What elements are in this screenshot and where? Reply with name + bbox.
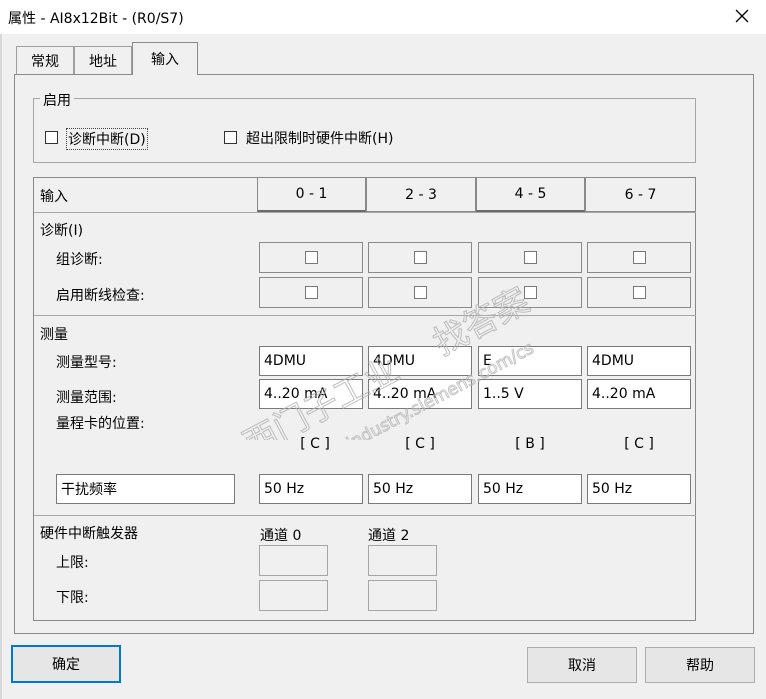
group-diag-cell-2[interactable] <box>478 242 582 273</box>
divider <box>34 315 696 316</box>
ok-button[interactable]: 确定 <box>11 645 121 683</box>
tab-inputs[interactable]: 输入 <box>132 42 198 75</box>
card-position-2: [ B ] <box>515 436 545 452</box>
measurement-type-label: 测量型号: <box>56 355 117 371</box>
interference-field-0[interactable]: 50 Hz <box>259 474 363 504</box>
wire-break-label: 启用断线检查: <box>56 288 145 304</box>
measurement-type-field-1[interactable]: 4DMU <box>368 346 472 376</box>
help-button[interactable]: 帮助 <box>645 647 755 683</box>
close-button[interactable] <box>728 2 756 30</box>
wire-break-cell-1[interactable] <box>368 277 472 308</box>
limit-interrupt-label[interactable]: 超出限制时硬件中断(H) <box>246 128 393 148</box>
card-position-0: [ C ] <box>300 436 330 452</box>
wire-break-checkbox-0[interactable] <box>304 286 318 299</box>
window-edge <box>0 34 2 699</box>
wire-break-checkbox-2[interactable] <box>523 286 537 299</box>
table-header-label: 输入 <box>40 189 68 205</box>
lower-limit-channel-0-field <box>259 580 328 611</box>
interference-field-2[interactable]: 50 Hz <box>478 474 582 504</box>
group-diag-cell-1[interactable] <box>368 242 472 273</box>
channel-2-label: 通道 2 <box>368 528 410 544</box>
measurement-type-field-0[interactable]: 4DMU <box>259 346 363 376</box>
diag-interrupt-label[interactable]: 诊断中断(D) <box>66 128 148 150</box>
measurement-type-field-2[interactable]: E <box>478 346 582 376</box>
window-title: 属性 - AI8x12Bit - (R0/S7) <box>8 11 184 27</box>
measurement-range-field-0[interactable]: 4..20 mA <box>259 379 363 409</box>
measurement-section-title: 测量 <box>40 327 68 343</box>
group-diag-checkbox-3[interactable] <box>632 251 646 264</box>
column-header-2-3[interactable]: 2 - 3 <box>366 177 476 212</box>
interference-field-1[interactable]: 50 Hz <box>368 474 472 504</box>
measurement-range-label: 测量范围: <box>56 390 117 406</box>
measurement-range-field-1[interactable]: 4..20 mA <box>368 379 472 409</box>
close-icon <box>735 9 749 23</box>
group-diag-cell-0[interactable] <box>259 242 363 273</box>
wire-break-cell-0[interactable] <box>259 277 363 308</box>
group-diag-checkbox-1[interactable] <box>413 251 427 264</box>
enable-group-legend: 启用 <box>40 90 74 110</box>
wire-break-cell-2[interactable] <box>478 277 582 308</box>
divider <box>34 515 696 516</box>
column-header-6-7[interactable]: 6 - 7 <box>585 177 696 212</box>
tab-address[interactable]: 地址 <box>74 46 132 74</box>
divider <box>34 212 696 213</box>
card-position-1: [ C ] <box>405 436 435 452</box>
channel-0-label: 通道 0 <box>260 528 302 544</box>
interference-field-3[interactable]: 50 Hz <box>587 474 691 504</box>
upper-limit-label: 上限: <box>56 555 89 571</box>
lower-limit-label: 下限: <box>56 590 89 606</box>
group-diag-label: 组诊断: <box>56 252 103 268</box>
wire-break-checkbox-1[interactable] <box>413 286 427 299</box>
measurement-range-field-3[interactable]: 4..20 mA <box>587 379 691 409</box>
interference-frequency-label: 干扰频率 <box>56 474 235 504</box>
limit-interrupt-checkbox[interactable] <box>224 131 237 144</box>
upper-limit-channel-2-field <box>368 545 437 576</box>
measurement-type-field-3[interactable]: 4DMU <box>587 346 691 376</box>
hw-trigger-section-title: 硬件中断触发器 <box>40 526 138 542</box>
measurement-range-field-2[interactable]: 1..5 V <box>478 379 582 409</box>
lower-limit-channel-2-field <box>368 580 437 611</box>
wire-break-cell-3[interactable] <box>587 277 691 308</box>
card-position-3: [ C ] <box>624 436 654 452</box>
group-diag-checkbox-2[interactable] <box>523 251 537 264</box>
card-position-label: 量程卡的位置: <box>56 416 145 432</box>
title-bar: 属性 - AI8x12Bit - (R0/S7) <box>0 0 766 34</box>
cancel-button[interactable]: 取消 <box>527 647 637 683</box>
diag-interrupt-checkbox[interactable] <box>45 131 58 144</box>
upper-limit-channel-0-field <box>259 545 328 576</box>
wire-break-checkbox-3[interactable] <box>632 286 646 299</box>
tab-general[interactable]: 常规 <box>16 46 74 74</box>
column-header-0-1[interactable]: 0 - 1 <box>257 177 366 212</box>
column-header-4-5[interactable]: 4 - 5 <box>476 177 585 212</box>
group-diag-cell-3[interactable] <box>587 242 691 273</box>
group-diag-checkbox-0[interactable] <box>304 251 318 264</box>
diagnostics-section-title: 诊断(I) <box>40 223 84 239</box>
